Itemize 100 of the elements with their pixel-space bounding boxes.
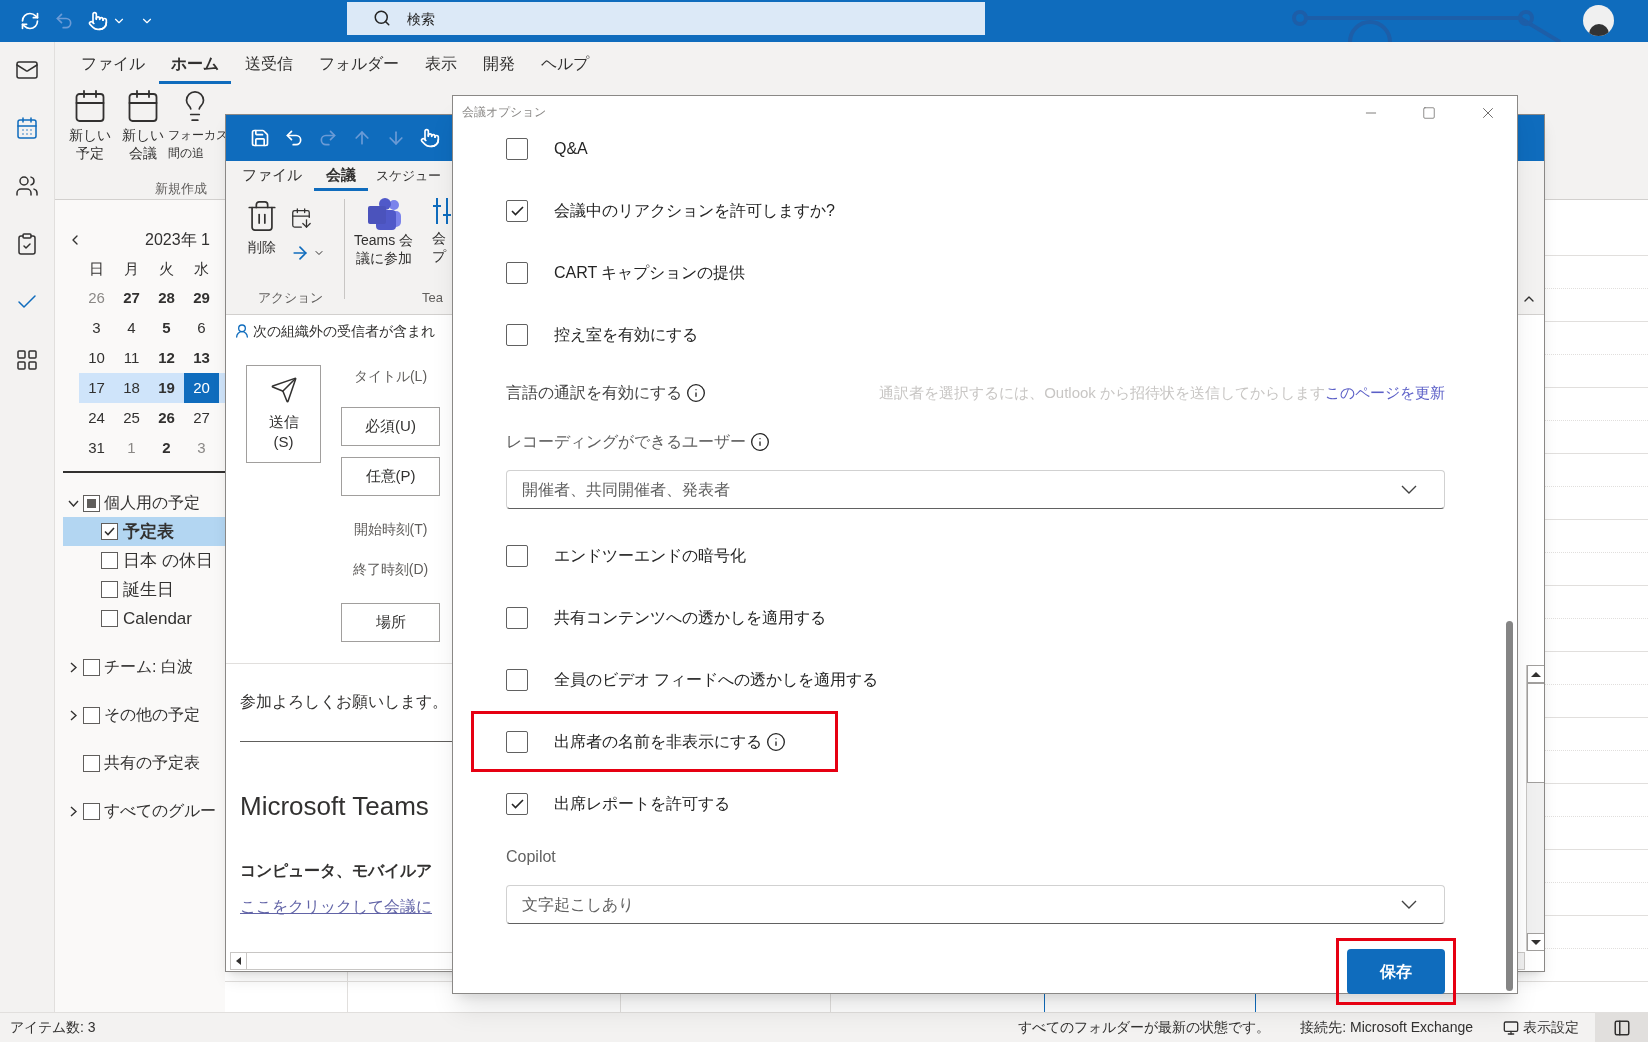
calendar-folder[interactable]: 誕生日: [55, 575, 225, 604]
calendar-day[interactable]: 12: [149, 343, 184, 373]
people-icon[interactable]: [15, 174, 39, 198]
chevron-right-icon[interactable]: [69, 709, 77, 721]
calendar-day[interactable]: 2: [149, 433, 184, 463]
calendar-folder[interactable]: 日本 の休日: [55, 546, 225, 575]
sync-icon[interactable]: [20, 11, 40, 31]
calendar-day[interactable]: 4: [114, 313, 149, 343]
calendar-folder[interactable]: Calendar: [55, 604, 225, 633]
checkbox[interactable]: [506, 200, 528, 222]
touch-mode-icon[interactable]: [420, 128, 440, 148]
calendar-day[interactable]: 11: [114, 343, 149, 373]
checkbox[interactable]: [101, 610, 118, 627]
ribbon-tab[interactable]: 表示: [413, 46, 469, 84]
scroll-left-button[interactable]: [231, 953, 247, 969]
ribbon-button[interactable]: 新しい 予定: [65, 86, 115, 162]
join-meeting-link[interactable]: ここをクリックして会議に: [240, 895, 453, 919]
calendar-day[interactable]: 13: [184, 343, 219, 373]
calendar-arrow-icon[interactable]: [290, 207, 312, 229]
apps-grid-icon[interactable]: [15, 348, 39, 372]
calendar-day[interactable]: 19: [149, 373, 184, 403]
calendar-day[interactable]: 29: [184, 283, 219, 313]
calendar-day[interactable]: 3: [79, 313, 114, 343]
checkbox[interactable]: [506, 138, 528, 160]
ribbon-tab[interactable]: スケジュー: [376, 163, 441, 191]
ribbon-button[interactable]: 新しい 会議: [118, 86, 168, 162]
folder-group-label[interactable]: 個人用の予定: [104, 491, 200, 515]
ribbon-button[interactable]: 会 プ: [432, 197, 452, 265]
checkbox[interactable]: [506, 731, 528, 753]
info-icon[interactable]: [766, 732, 786, 752]
calendar-day[interactable]: 24: [79, 403, 114, 433]
chevron-down-icon[interactable]: [1401, 485, 1417, 494]
folder-group-label[interactable]: その他の予定: [104, 703, 200, 727]
checkbox[interactable]: [506, 545, 528, 567]
calendar-day[interactable]: 18: [114, 373, 149, 403]
calendar-day[interactable]: 26: [79, 283, 114, 313]
checkbox[interactable]: [83, 494, 100, 512]
field-button[interactable]: 必須(U): [341, 407, 440, 446]
calendar-day[interactable]: 3: [184, 433, 219, 463]
dropdown-value[interactable]: 開催者、共同開催者、発表者: [522, 477, 730, 502]
checkbox[interactable]: [83, 754, 100, 772]
checkbox[interactable]: [506, 607, 528, 629]
ribbon-tab[interactable]: ファイル: [230, 163, 314, 191]
scroll-down-button[interactable]: [1527, 933, 1544, 951]
info-icon[interactable]: [750, 432, 770, 452]
checkbox[interactable]: [83, 802, 100, 820]
calendar-day[interactable]: 17: [79, 373, 114, 403]
chevron-right-icon[interactable]: [69, 805, 77, 817]
checkbox[interactable]: [101, 523, 118, 540]
chevron-right-icon[interactable]: [69, 661, 77, 673]
checkbox[interactable]: [506, 262, 528, 284]
send-button[interactable]: 送信 (S): [246, 365, 321, 463]
folder-group-label[interactable]: チーム: 白波: [104, 655, 193, 679]
display-settings-icon[interactable]: [1503, 1019, 1519, 1036]
scroll-up-button[interactable]: [1527, 665, 1544, 683]
calendar-day[interactable]: 28: [149, 283, 184, 313]
clipboard-check-icon[interactable]: [15, 232, 39, 256]
search-field[interactable]: 検索: [347, 2, 985, 35]
chevron-down-icon[interactable]: [67, 499, 79, 507]
checkbox[interactable]: [506, 669, 528, 691]
ribbon-tab[interactable]: 送受信: [233, 46, 305, 84]
checkbox[interactable]: [101, 581, 118, 598]
calendar-day[interactable]: 27: [114, 283, 149, 313]
calendar-day[interactable]: 27: [184, 403, 219, 433]
calendar-day[interactable]: 6: [184, 313, 219, 343]
ribbon-button[interactable]: 削除: [245, 199, 279, 258]
avatar[interactable]: [1583, 5, 1614, 36]
ribbon-tab[interactable]: フォルダー: [307, 46, 411, 84]
checkbox[interactable]: [506, 324, 528, 346]
checkbox[interactable]: [506, 793, 528, 815]
ribbon-tab[interactable]: ファイル: [69, 46, 157, 84]
calendar-icon[interactable]: [15, 116, 39, 140]
dropdown-value[interactable]: 文字起こしあり: [522, 892, 634, 917]
calendar-folder[interactable]: 予定表: [63, 517, 225, 546]
calendar-day[interactable]: 25: [114, 403, 149, 433]
ribbon-tab[interactable]: 開発: [471, 46, 527, 84]
info-icon[interactable]: [686, 383, 706, 403]
folder-group-label[interactable]: すべてのグルー: [104, 799, 216, 823]
refresh-page-link[interactable]: このページを更新: [1325, 383, 1445, 401]
field-button[interactable]: 任意(P): [341, 457, 440, 496]
checkbox[interactable]: [83, 706, 100, 724]
ribbon-button[interactable]: Teams 会 議に参加: [354, 197, 414, 267]
calendar-day[interactable]: 10: [79, 343, 114, 373]
save-icon[interactable]: [250, 128, 270, 148]
mail-icon[interactable]: [15, 58, 39, 82]
checkbox[interactable]: [101, 552, 118, 569]
undo-icon[interactable]: [284, 128, 304, 148]
save-button[interactable]: 保存: [1347, 949, 1445, 994]
view-toggle-button[interactable]: [1595, 1013, 1648, 1042]
view-settings-link[interactable]: 表示設定: [1523, 1017, 1579, 1038]
calendar-day[interactable]: 5: [149, 313, 184, 343]
touch-mode-icon[interactable]: [88, 11, 108, 31]
field-button[interactable]: 場所: [341, 603, 440, 642]
folder-group-label[interactable]: 共有の予定表: [104, 751, 200, 775]
checkbox[interactable]: [83, 658, 100, 676]
chevron-down-icon[interactable]: [1401, 900, 1417, 909]
ribbon-tab[interactable]: ヘルプ: [529, 46, 601, 84]
calendar-day[interactable]: 20: [184, 373, 219, 403]
calendar-day[interactable]: 31: [79, 433, 114, 463]
calendar-day[interactable]: 26: [149, 403, 184, 433]
